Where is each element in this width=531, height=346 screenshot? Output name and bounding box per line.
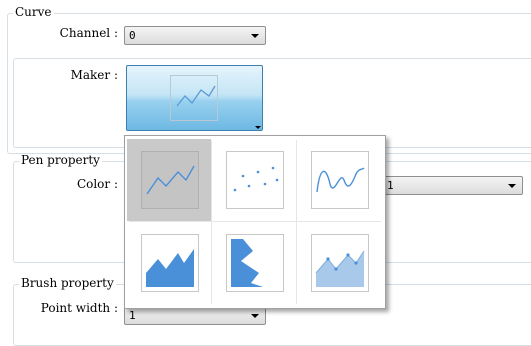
dropdown-arrow-icon <box>255 126 261 129</box>
point-width-value: 1 <box>129 309 136 322</box>
channel-label: Channel : <box>59 26 118 40</box>
smooth-curve-icon <box>311 151 369 209</box>
chevron-down-icon <box>251 34 259 38</box>
chevron-down-icon <box>251 314 259 318</box>
scatter-points-icon <box>226 151 284 209</box>
maker-dropdown-button[interactable] <box>126 65 263 131</box>
maker-option-vertical-area[interactable] <box>212 222 296 304</box>
vertical-area-icon <box>226 234 284 292</box>
line-marker-icon <box>170 75 218 121</box>
curve-group-legend: Curve <box>13 5 54 19</box>
pen-width-value: 1 <box>387 179 394 192</box>
color-label: Color : <box>76 177 118 191</box>
channel-value: 0 <box>129 29 136 42</box>
maker-options-popup <box>124 135 386 309</box>
chevron-down-icon <box>508 184 516 188</box>
line-curve-icon <box>141 151 199 209</box>
maker-option-scatter[interactable] <box>212 139 296 221</box>
brush-property-legend: Brush property <box>19 276 116 290</box>
maker-option-area[interactable] <box>127 222 211 304</box>
maker-option-smooth[interactable] <box>297 139 381 221</box>
maker-option-area-points[interactable] <box>297 222 381 304</box>
maker-option-line[interactable] <box>127 139 211 221</box>
area-chart-icon <box>141 234 199 292</box>
maker-label: Maker : <box>70 68 118 82</box>
pen-property-legend: Pen property <box>19 153 102 167</box>
pen-width-select[interactable]: 1 <box>380 176 523 195</box>
area-with-points-icon <box>311 234 369 292</box>
channel-select[interactable]: 0 <box>124 26 266 45</box>
point-width-label: Point width : <box>40 301 118 315</box>
